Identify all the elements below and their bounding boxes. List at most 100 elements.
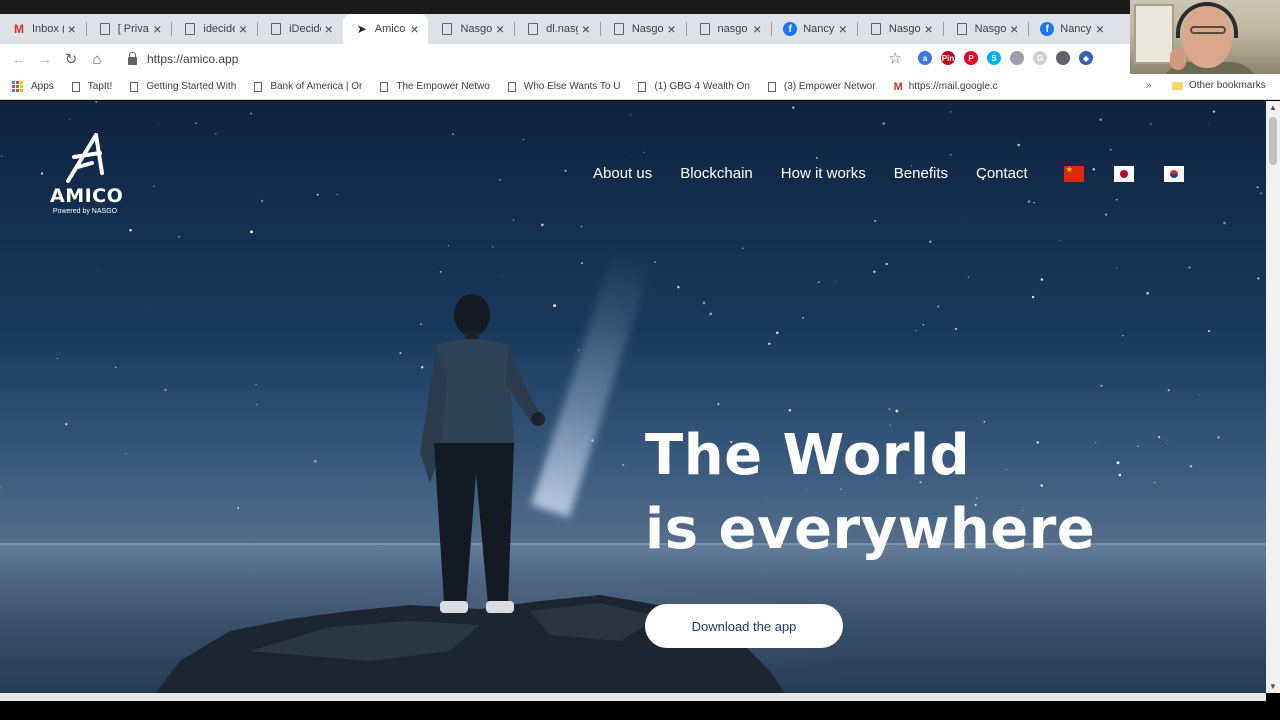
tab-close-icon[interactable]: × [492, 21, 508, 37]
bookmark-item[interactable]: Getting Started With [130, 81, 236, 92]
tab-close-icon[interactable]: × [235, 21, 251, 37]
star-dot [709, 312, 713, 315]
browser-tab[interactable]: iDecide× [257, 14, 343, 44]
tab-close-icon[interactable]: × [835, 21, 851, 37]
tab-close-icon[interactable]: × [64, 21, 80, 37]
document-icon [183, 22, 197, 36]
japanese-flag-icon[interactable] [1113, 165, 1134, 182]
bookmark-item[interactable]: (1) GBG 4 Wealth On [638, 81, 750, 92]
document-icon [612, 22, 626, 36]
amico-landing-page: AMICO Powered by NASGO About us Blockchai… [0, 101, 1266, 693]
star-dot [802, 316, 804, 319]
bookmark-item[interactable]: (3) Empower Networ [767, 81, 876, 92]
star-dot [158, 122, 160, 124]
browser-tab[interactable]: M Inbox (× [0, 14, 86, 44]
download-app-button[interactable]: Download the app [645, 604, 843, 648]
browser-tab[interactable]: f Nancy × [1028, 14, 1114, 44]
tab-close-icon[interactable]: × [1006, 21, 1022, 37]
browser-tab[interactable]: f Nancy × [771, 14, 857, 44]
tab-title: Nasgo [631, 23, 664, 35]
document-icon [869, 22, 883, 36]
star-dot [950, 154, 952, 156]
tab-close-icon[interactable]: × [664, 21, 680, 37]
tab-title: Nasgo [888, 23, 921, 35]
document-icon [526, 22, 540, 36]
page-scrollbar[interactable]: ▲ ▼ [1266, 101, 1280, 693]
home-icon[interactable]: ⌂ [84, 46, 110, 72]
star-dot [1208, 124, 1210, 126]
browser-tab[interactable]: Nasgo × [856, 14, 943, 44]
bookmark-item[interactable]: TapIt! [71, 81, 112, 92]
korean-flag-icon[interactable] [1163, 165, 1184, 182]
bookmark-star-icon[interactable]: ☆ [889, 49, 902, 67]
scroll-down-arrow-icon[interactable]: ▼ [1269, 682, 1277, 691]
browser-tab[interactable]: Nasgo × [599, 14, 686, 44]
star-dot [1146, 292, 1149, 295]
facebook-icon: f [783, 22, 798, 36]
star-dot [314, 460, 317, 463]
star-dot [929, 240, 932, 243]
star-dot [1033, 201, 1035, 204]
bottom-letterbox [0, 693, 1280, 720]
nav-link-about-us[interactable]: About us [593, 165, 652, 182]
document-icon [269, 22, 283, 36]
tab-close-icon[interactable]: × [578, 21, 594, 37]
skype-extension-icon[interactable]: S [987, 51, 1001, 65]
shield-extension-icon[interactable] [1056, 51, 1070, 65]
address-bar[interactable]: https://amico.app ☆ [118, 47, 908, 71]
tab-close-icon[interactable]: × [406, 21, 422, 37]
nav-link-contact[interactable]: Contact [976, 165, 1028, 182]
hero-line-2: is everywhere [645, 497, 1096, 562]
bookmarks-overflow-icon[interactable]: » [1146, 80, 1152, 91]
star-dot [0, 487, 1, 489]
forward-arrow-icon[interactable]: → [32, 46, 58, 72]
nav-link-benefits[interactable]: Benefits [894, 165, 948, 182]
url-text[interactable]: https://amico.app [147, 52, 238, 66]
grey-circle-extension-icon[interactable] [1010, 51, 1024, 65]
bookmark-item[interactable]: Who Else Wants To U [507, 81, 620, 92]
star-dot [885, 263, 888, 265]
bookmark-item[interactable]: Mhttps://mail.google.c [894, 81, 998, 93]
browser-tab[interactable]: ➤ Amico × [342, 14, 429, 44]
chinese-flag-icon[interactable] [1063, 165, 1084, 182]
tab-close-icon[interactable]: × [149, 21, 165, 37]
star-dot [164, 388, 167, 392]
pinterest-save-extension-icon[interactable]: Pin [941, 51, 955, 65]
browser-tab[interactable]: dl.nasg× [514, 14, 600, 44]
star-dot [564, 169, 567, 172]
back-arrow-icon[interactable]: ← [6, 46, 32, 72]
ethereum-extension-icon[interactable]: ◆ [1079, 51, 1093, 65]
browser-tab[interactable]: idecide × [171, 14, 257, 44]
browser-tab[interactable]: nasgo × [685, 14, 772, 44]
amazon-extension-icon[interactable]: a [918, 51, 932, 65]
other-bookmarks[interactable]: Other bookmarks [1172, 80, 1266, 91]
browser-tab[interactable]: [ Privat × [85, 14, 172, 44]
tab-close-icon[interactable]: × [321, 21, 337, 37]
star-dot [215, 133, 217, 135]
star-dot [1198, 394, 1200, 396]
tab-title: nasgo [717, 23, 748, 35]
pinterest-extension-icon[interactable]: P [964, 51, 978, 65]
star-dot [1260, 192, 1263, 195]
gmail-icon: M [14, 22, 24, 36]
nav-link-how-it-works[interactable]: How it works [781, 165, 866, 182]
scroll-up-arrow-icon[interactable]: ▲ [1269, 103, 1277, 112]
star-dot [1208, 330, 1211, 333]
star-dot [937, 305, 940, 308]
bookmark-item[interactable]: Apps [12, 81, 54, 92]
reload-icon[interactable]: ↻ [58, 46, 84, 72]
scrollbar-thumb[interactable] [1269, 117, 1277, 165]
nav-link-blockchain[interactable]: Blockchain [680, 165, 753, 182]
bookmark-item[interactable]: Bank of America | Or [254, 81, 362, 92]
google-extension-icon[interactable]: G [1033, 51, 1047, 65]
star-dot [114, 366, 117, 369]
tab-close-icon[interactable]: × [921, 21, 937, 37]
tab-close-icon[interactable]: × [1092, 21, 1108, 37]
amico-logo[interactable]: AMICO Powered by NASGO [50, 133, 123, 215]
browser-tab[interactable]: Nasgo × [428, 14, 514, 44]
browser-tab[interactable]: Nasgo × [942, 14, 1029, 44]
document-icon [380, 81, 389, 92]
bookmark-item[interactable]: The Empower Netwo [380, 81, 490, 92]
tab-close-icon[interactable]: × [749, 21, 765, 37]
star-dot [1100, 384, 1103, 387]
